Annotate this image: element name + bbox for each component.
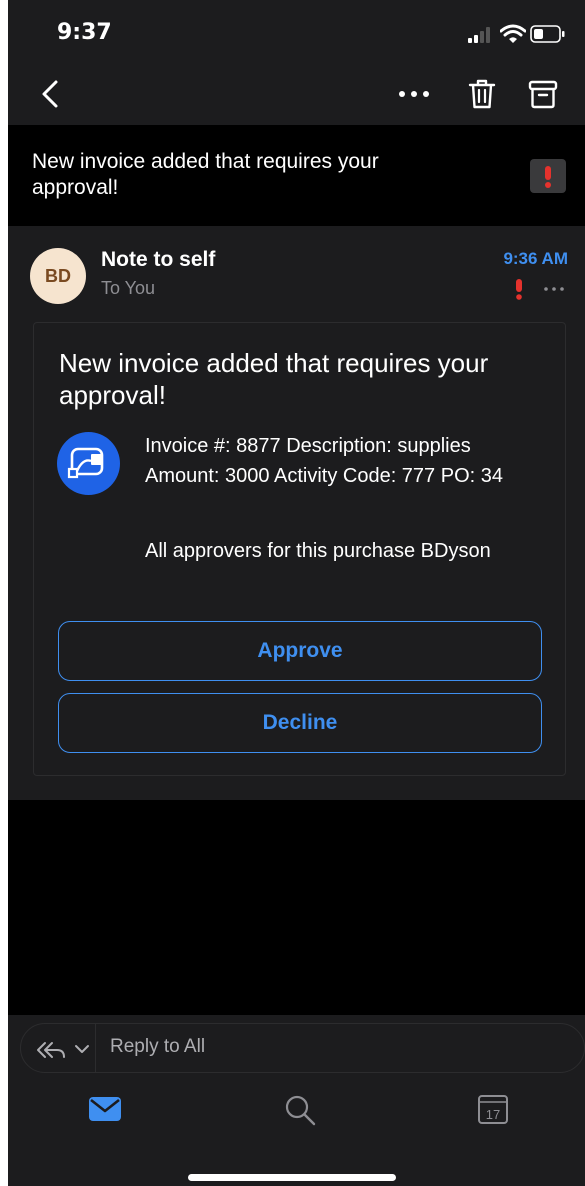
reply-bar: Reply to All bbox=[20, 1023, 585, 1073]
subject-bar: New invoice added that requires your app… bbox=[8, 125, 585, 225]
reply-all-icon[interactable] bbox=[35, 1036, 93, 1062]
exclamation-flag-icon bbox=[516, 279, 522, 300]
header-area: 9:37 bbox=[8, 0, 585, 125]
wifi-icon bbox=[500, 24, 526, 43]
reply-input[interactable]: Reply to All bbox=[110, 1036, 205, 1058]
bottom-bar: Reply to All 17 bbox=[8, 1015, 585, 1186]
mail-tab-icon[interactable] bbox=[88, 1095, 122, 1123]
power-automate-app-icon bbox=[57, 432, 120, 495]
calendar-tab-icon[interactable]: 17 bbox=[477, 1093, 509, 1125]
archive-icon[interactable] bbox=[528, 78, 558, 110]
trash-icon[interactable] bbox=[467, 78, 497, 110]
home-indicator bbox=[188, 1174, 396, 1181]
message-more-icon[interactable] bbox=[542, 284, 566, 294]
reply-divider bbox=[95, 1024, 96, 1072]
battery-icon bbox=[530, 25, 565, 43]
approval-title: New invoice added that requires your app… bbox=[59, 348, 489, 410]
sender-name[interactable]: Note to self bbox=[101, 248, 215, 272]
approvers-text: All approvers for this purchase BDyson bbox=[145, 540, 491, 562]
message-time: 9:36 AM bbox=[503, 249, 568, 268]
phone-screen: 9:37 New invoice added that requires you… bbox=[8, 0, 585, 1186]
chevron-left-icon[interactable] bbox=[34, 76, 70, 112]
exclamation-flag-icon bbox=[545, 166, 551, 188]
approve-button[interactable]: Approve bbox=[58, 621, 542, 681]
message-card: BD Note to self To You 9:36 AM New invoi… bbox=[8, 226, 585, 800]
avatar[interactable]: BD bbox=[30, 248, 86, 304]
flag-button[interactable] bbox=[530, 159, 566, 193]
calendar-icon: 17 bbox=[478, 1095, 508, 1124]
email-toolbar bbox=[8, 62, 585, 125]
status-time: 9:37 bbox=[57, 20, 112, 45]
signal-icon bbox=[468, 27, 490, 43]
decline-button[interactable]: Decline bbox=[58, 693, 542, 753]
calendar-day: 17 bbox=[486, 1107, 500, 1122]
invoice-details: Invoice #: 8877 Description: supplies Am… bbox=[145, 435, 503, 487]
status-bar: 9:37 bbox=[8, 0, 585, 62]
recipient-line[interactable]: To You bbox=[101, 278, 155, 299]
email-subject: New invoice added that requires your app… bbox=[32, 150, 379, 199]
approval-card: New invoice added that requires your app… bbox=[33, 322, 566, 776]
flow-icon bbox=[67, 447, 104, 479]
more-horizontal-icon[interactable] bbox=[394, 80, 434, 108]
search-tab-icon[interactable] bbox=[283, 1093, 317, 1127]
